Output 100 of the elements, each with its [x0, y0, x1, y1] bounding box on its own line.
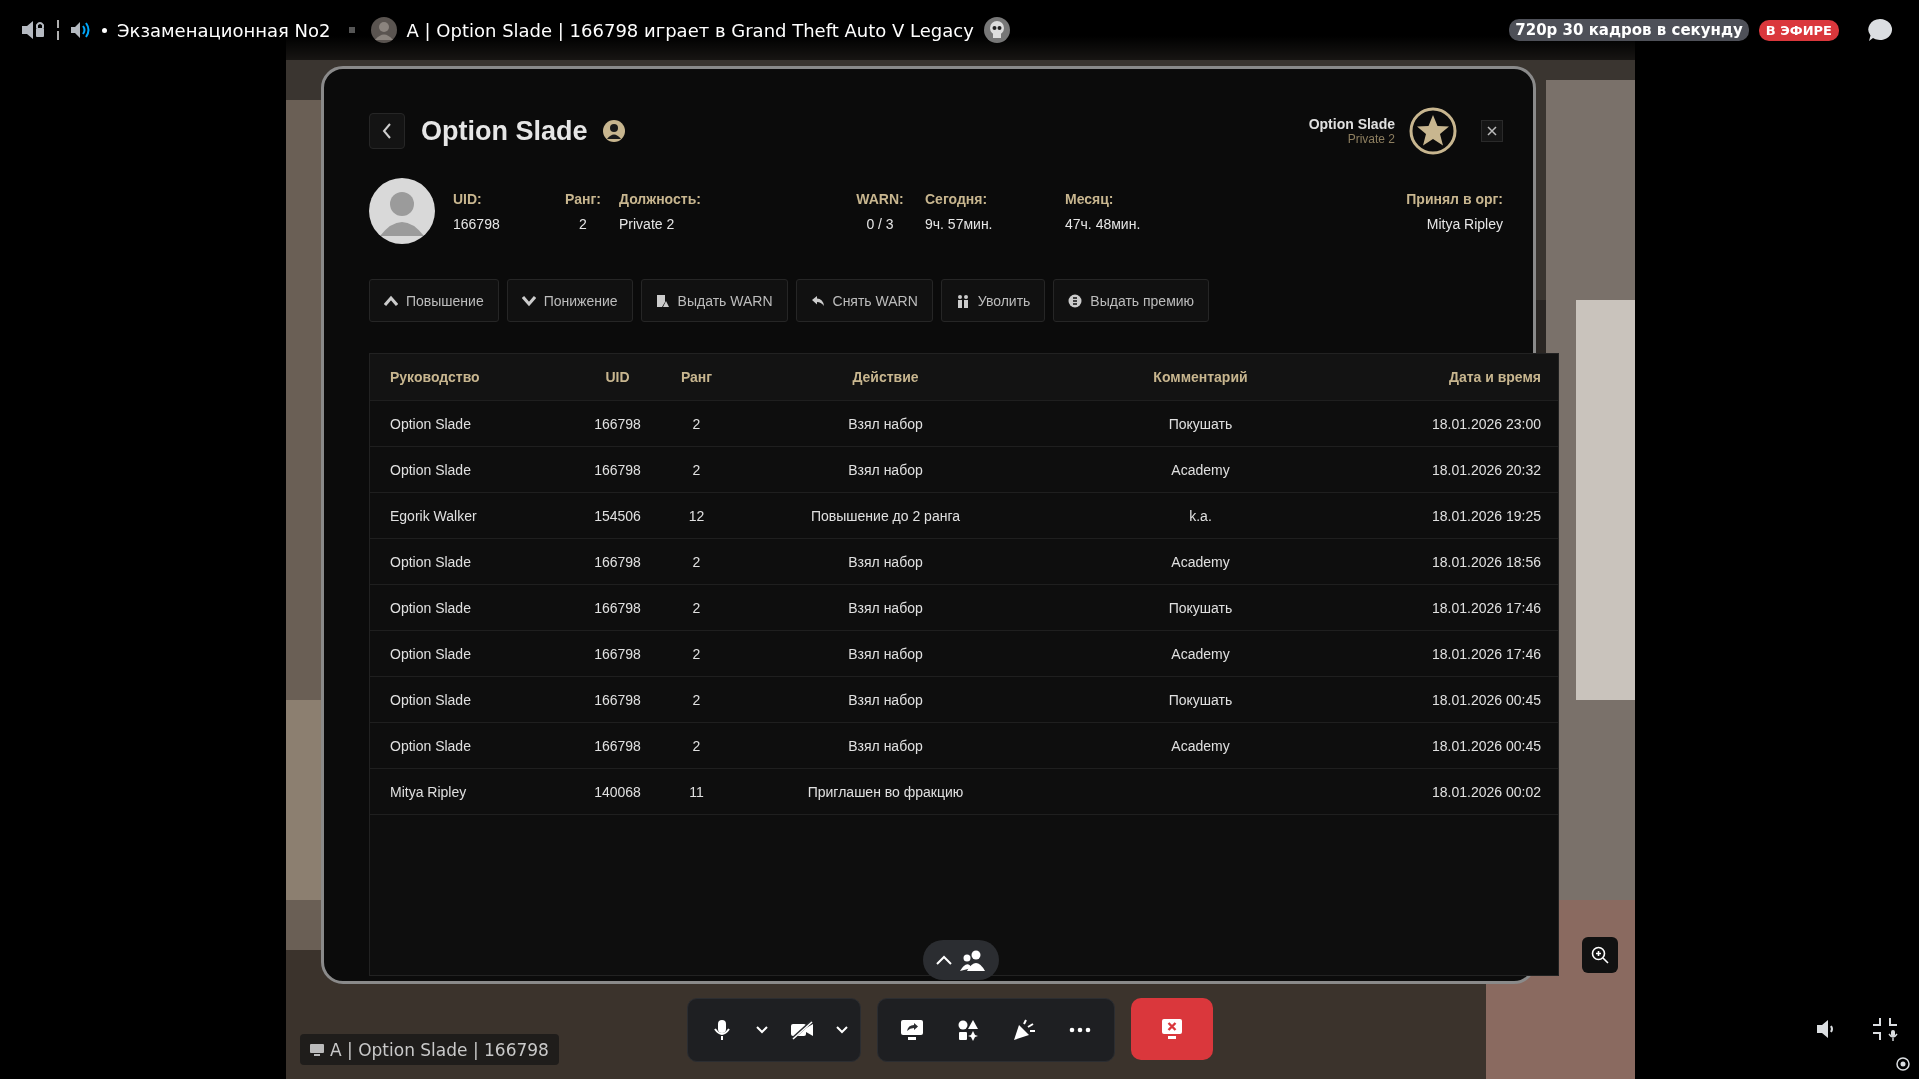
- skull-icon: [983, 17, 1010, 43]
- chat-icon[interactable]: [1867, 18, 1893, 42]
- table-cell-text: 18.01.2026 20:32: [1431, 461, 1541, 478]
- table-cell-text: 166798: [593, 461, 642, 478]
- user-name: Option Slade: [1308, 116, 1395, 132]
- table-cell-text: 18.01.2026 17:46: [1431, 645, 1541, 662]
- info-label: UID:: [453, 190, 483, 207]
- table-cell-text: Взял набор: [847, 461, 924, 478]
- stop-stream-button[interactable]: [1131, 998, 1213, 1060]
- table-cell-text: Option Slade: [390, 415, 472, 432]
- table-cell-text: Повышение до 2 ранга: [810, 507, 961, 524]
- table-cell-text: Взял набор: [847, 737, 924, 754]
- info-label: Принял в орг:: [1406, 190, 1503, 207]
- caret-icon: [756, 1026, 768, 1034]
- table-cell-text: Приглашен во фракцию: [806, 783, 965, 800]
- panel-title: Option Slade: [421, 115, 588, 147]
- action-button[interactable]: Выдать WARN: [640, 279, 788, 322]
- separator-icon: [348, 27, 355, 33]
- stream-title: A | Option Slade | 166798 играет в Grand Theft Auto V Legacy: [406, 19, 974, 41]
- table-cell-text: 18.01.2026 00:45: [1431, 737, 1541, 754]
- action-button[interactable]: Повышение: [369, 279, 499, 322]
- target-icon[interactable]: [1896, 1057, 1910, 1071]
- table-cell-text: 18.01.2026 00:45: [1431, 691, 1541, 708]
- table-cell-text: 2: [691, 737, 702, 754]
- column-header: UID: [604, 369, 631, 385]
- action-button[interactable]: Уволить: [940, 279, 1046, 322]
- info-value: 2: [579, 215, 587, 232]
- info-value: 47ч. 48мин.: [1065, 215, 1141, 232]
- table-cell-text: Взял набор: [847, 691, 924, 708]
- table-cell-text: 2: [691, 553, 702, 570]
- column-header: Действие: [851, 369, 920, 385]
- table-cell-text: 18.01.2026 00:02: [1431, 783, 1541, 800]
- table-cell-text: Academy: [1170, 737, 1231, 754]
- table-cell-text: Взял набор: [847, 553, 924, 570]
- speaker-icon: [70, 21, 92, 39]
- microphone-icon: [714, 1019, 730, 1041]
- shapes-icon: [957, 1019, 979, 1041]
- close-icon: [1487, 126, 1497, 136]
- table-cell-text: 2: [691, 461, 702, 478]
- action-button[interactable]: Понижение: [506, 279, 633, 322]
- table-cell-text: Option Slade: [390, 737, 472, 754]
- participants-toggle[interactable]: [923, 940, 999, 980]
- divider-icon: [56, 20, 60, 40]
- table-cell-text: Взял набор: [847, 599, 924, 616]
- table-cell-text: 18.01.2026 23:00: [1431, 415, 1541, 432]
- info-value: Private 2: [619, 215, 676, 232]
- table-cell-text: 166798: [593, 599, 642, 616]
- screen-share-icon: [900, 1019, 924, 1041]
- info-label: Месяц:: [1065, 190, 1115, 207]
- table-cell-text: Academy: [1170, 461, 1231, 478]
- quality-badge: 720p 30 кадров в секунду: [1509, 19, 1749, 41]
- party-popper-icon: [1012, 1019, 1036, 1041]
- table-cell-text: Покушать: [1167, 691, 1234, 708]
- zoom-button[interactable]: [1582, 937, 1618, 973]
- table-cell-text: Option Slade: [390, 461, 472, 478]
- more-icon: [1069, 1027, 1091, 1033]
- table-cell-text: Option Slade: [390, 553, 472, 570]
- table-cell-text: 2: [691, 415, 702, 432]
- close-button[interactable]: [1481, 120, 1503, 142]
- avatar: [370, 17, 397, 43]
- table-cell-text: Option Slade: [390, 599, 472, 616]
- action-button[interactable]: Снять WARN: [795, 279, 933, 322]
- table-cell-text: k.a.: [1188, 507, 1213, 524]
- table-cell-text: 18.01.2026 19:25: [1431, 507, 1541, 524]
- table-cell-text: Egorik Walker: [390, 507, 478, 524]
- table-cell-text: 12: [687, 507, 706, 524]
- table-cell-text: 166798: [593, 415, 642, 432]
- avatar: [369, 178, 435, 244]
- column-header: Ранг: [679, 369, 714, 385]
- speaker-muted-icon: [20, 19, 46, 41]
- table-cell-text: Взял набор: [847, 415, 924, 432]
- exit-fullscreen-icon[interactable]: [1872, 1017, 1898, 1041]
- table-cell-text: 166798: [593, 691, 642, 708]
- table-cell-text: 140068: [593, 783, 642, 800]
- table-cell-text: 166798: [593, 737, 642, 754]
- user-rank: Private 2: [1347, 132, 1395, 146]
- bullet-icon: [102, 27, 107, 33]
- info-value: 9ч. 57мин.: [925, 215, 994, 232]
- table-cell-text: 2: [691, 645, 702, 662]
- column-header: Комментарий: [1152, 369, 1249, 385]
- info-label: Ранг:: [565, 190, 601, 207]
- table-cell-text: 166798: [593, 645, 642, 662]
- table-cell-text: Academy: [1170, 553, 1231, 570]
- table-cell-text: 11: [688, 783, 705, 800]
- info-label: Должность:: [619, 190, 702, 207]
- person-icon: [601, 119, 626, 143]
- back-button[interactable]: [369, 113, 405, 149]
- live-badge: В ЭФИРЕ: [1758, 19, 1839, 41]
- channel-name: Экзаменационная No2: [117, 19, 331, 41]
- chevron-down-icon: [521, 294, 536, 307]
- action-button[interactable]: Выдать премию: [1053, 279, 1210, 322]
- table-cell-text: Academy: [1170, 645, 1231, 662]
- caret-icon: [836, 1026, 848, 1034]
- chevron-up-icon: [936, 955, 952, 965]
- info-label: Сегодня:: [925, 190, 989, 207]
- table-cell-text: Option Slade: [390, 645, 472, 662]
- info-label: WARN:: [856, 190, 904, 207]
- star-badge-icon: [1409, 107, 1457, 155]
- screen-icon: [310, 1043, 324, 1056]
- chevron-up-icon: [384, 294, 398, 307]
